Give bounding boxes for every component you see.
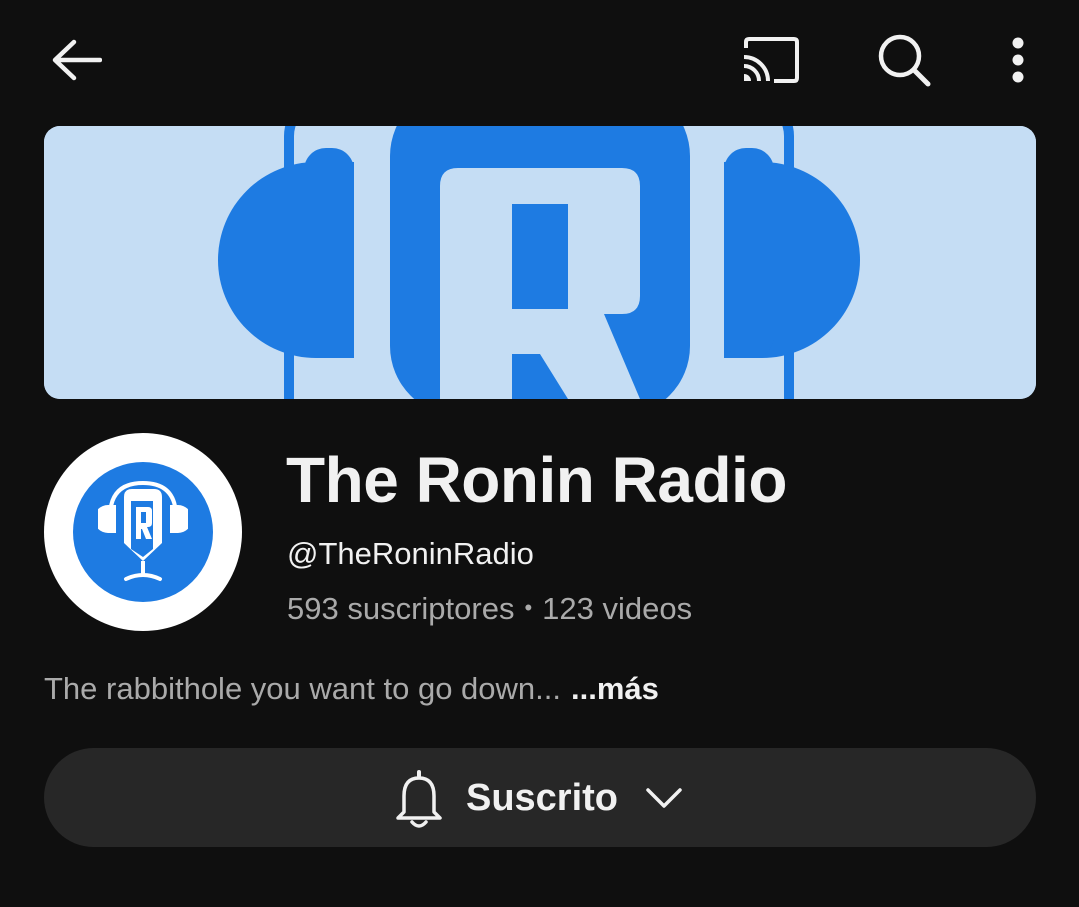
channel-description[interactable]: The rabbithole you want to go down......…	[44, 667, 659, 711]
more-vert-icon	[1012, 37, 1024, 83]
top-app-bar	[0, 0, 1079, 120]
cast-button[interactable]	[732, 28, 808, 92]
more-options-button[interactable]	[990, 28, 1046, 92]
bell-icon	[394, 766, 450, 830]
stats-separator: •	[524, 595, 533, 620]
back-button[interactable]	[40, 28, 112, 92]
channel-banner	[44, 126, 1036, 399]
cast-icon	[743, 37, 799, 83]
channel-handle: @TheRoninRadio	[287, 536, 534, 571]
channel-stats: 593 suscriptores • 123 videos	[287, 587, 692, 634]
description-text: The rabbithole you want to go down...	[44, 671, 561, 706]
channel-name: The Ronin Radio	[286, 444, 787, 516]
back-arrow-icon	[52, 39, 102, 81]
banner-logo	[44, 126, 1036, 399]
subscribed-label: Suscrito	[465, 776, 619, 819]
video-count: 123 videos	[542, 591, 693, 626]
chevron-down-icon	[646, 778, 686, 818]
search-button[interactable]	[868, 28, 940, 92]
search-icon	[878, 34, 931, 87]
avatar-logo	[73, 462, 213, 602]
channel-avatar[interactable]	[44, 433, 242, 631]
more-link[interactable]: ...más	[571, 671, 659, 706]
microphone-headphones-icon	[98, 480, 188, 581]
subscriber-count: 593 suscriptores	[287, 591, 515, 626]
subscribed-button[interactable]: Suscrito	[44, 748, 1036, 847]
